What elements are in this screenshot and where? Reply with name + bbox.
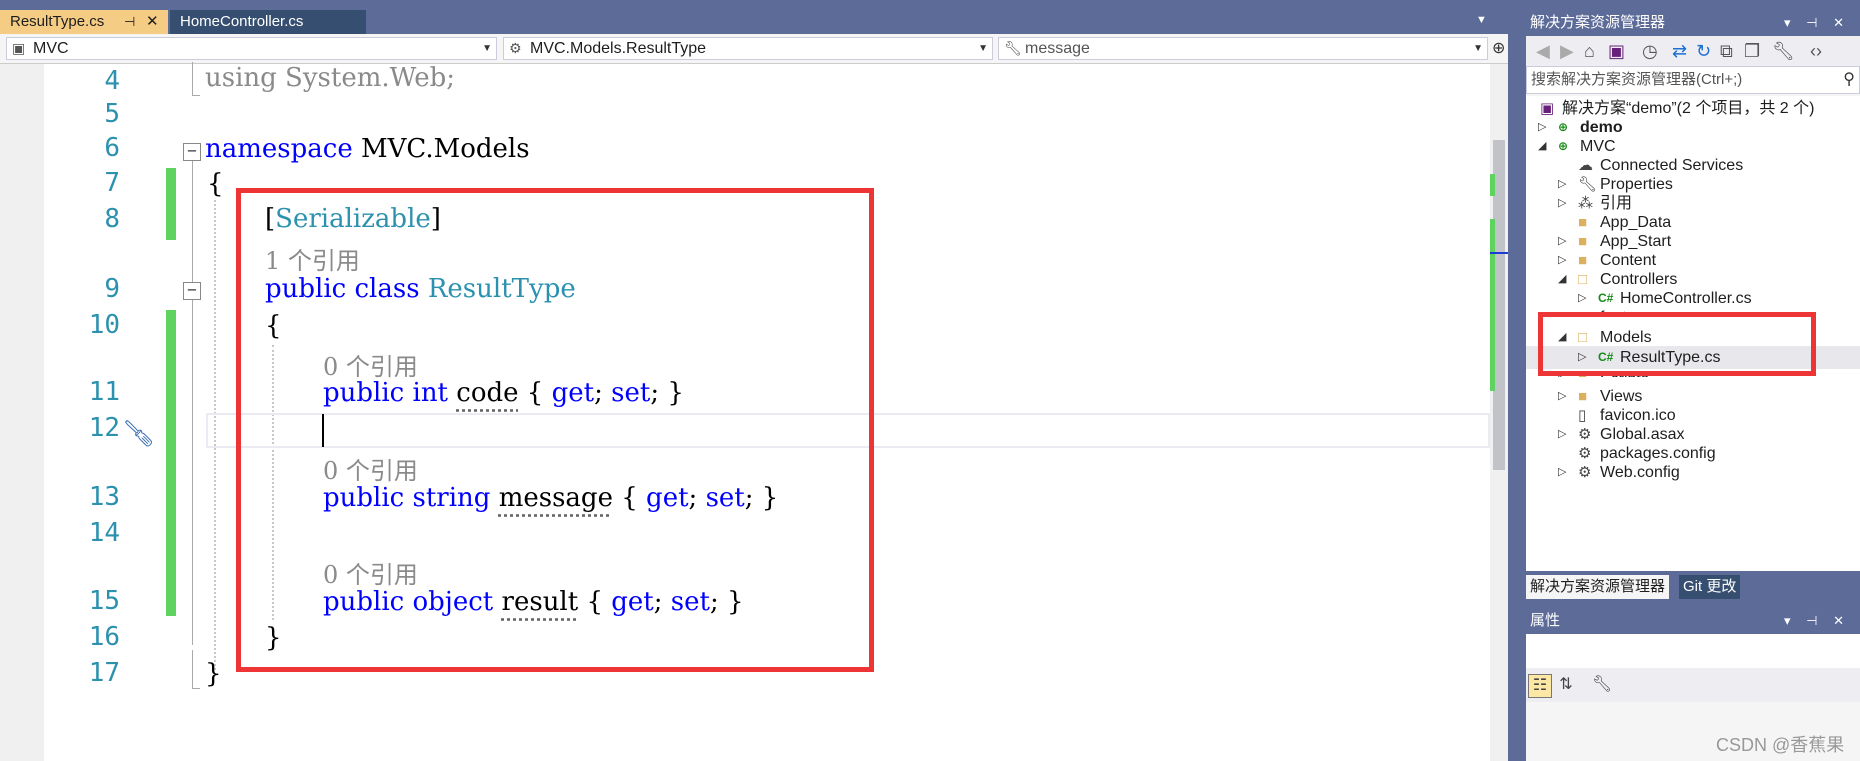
chevron-down-icon: ▼ bbox=[978, 43, 988, 54]
document-tab-strip: ResultType.cs ⊣ ✕ HomeController.cs ▼ bbox=[0, 0, 1508, 34]
expand-icon[interactable]: ▷ bbox=[1558, 461, 1566, 484]
vertical-scrollbar[interactable] bbox=[1490, 64, 1508, 761]
back-icon[interactable]: ◀ bbox=[1536, 41, 1550, 62]
code-line-17: } bbox=[205, 659, 222, 689]
quick-actions-screwdriver-icon[interactable]: 🪛︎ bbox=[122, 418, 155, 449]
chevron-down-icon: ▼ bbox=[482, 43, 492, 54]
refresh-icon[interactable]: ↻ bbox=[1696, 41, 1711, 62]
properties-icon[interactable]: 🔧︎ bbox=[1772, 41, 1795, 62]
member-dropdown[interactable]: 🔧︎ message ▼ bbox=[998, 37, 1488, 60]
tab-solution-explorer[interactable]: 解决方案资源管理器 bbox=[1526, 575, 1670, 599]
project-dropdown[interactable]: ▣ MVC ▼ bbox=[6, 37, 497, 60]
class-dropdown-value: MVC.Models.ResultType bbox=[530, 40, 707, 57]
pin-icon[interactable]: ⊣ bbox=[124, 10, 135, 34]
project-dropdown-value: MVC bbox=[33, 40, 69, 57]
line-number: 13 bbox=[88, 482, 120, 512]
solution-explorer-title-bar: 解决方案资源管理器 ▾ ⊣ ✕ bbox=[1526, 10, 1860, 36]
tab-label: ResultType.cs bbox=[10, 13, 105, 30]
highlight-box-models bbox=[1538, 312, 1816, 376]
collapse-class-icon[interactable]: − bbox=[183, 282, 201, 300]
tab-git-changes[interactable]: Git 更改 bbox=[1679, 575, 1741, 599]
watermark: CSDN @香蕉果 bbox=[1716, 735, 1845, 755]
properties-toolbar: ☷ ⇅ 🔧︎ bbox=[1526, 668, 1860, 702]
close-icon[interactable]: ✕ bbox=[146, 10, 159, 34]
collapse-namespace-icon[interactable]: − bbox=[183, 143, 201, 161]
properties-object-selector[interactable] bbox=[1526, 634, 1860, 668]
line-number: 10 bbox=[88, 310, 120, 340]
outline-line bbox=[192, 161, 193, 282]
outline-line bbox=[192, 62, 193, 96]
tree-item-web-config[interactable]: ▷ ⚙ Web.config bbox=[1526, 461, 1860, 484]
properties-title-bar: 属性 ▾ ⊣ ✕ bbox=[1526, 608, 1860, 634]
solution-tree: ▣ 解决方案“demo”(2 个项目，共 2 个) ▷ ⊕ demo ◢ ⊕ M… bbox=[1526, 96, 1860, 571]
class-icon: ⚙ bbox=[509, 40, 522, 56]
solution-explorer-search-input[interactable]: 搜索解决方案资源管理器(Ctrl+;) ⚲ bbox=[1526, 66, 1860, 94]
split-editor-icon[interactable]: ⊕ bbox=[1492, 38, 1505, 58]
change-indicator bbox=[166, 168, 176, 240]
change-indicator bbox=[166, 310, 176, 616]
solution-explorer-panel: 解决方案资源管理器 ▾ ⊣ ✕ ◀ ▶ ⌂ ▣ ◷ ⇄ ↻ ⧉ ❐ 🔧︎ ‹› … bbox=[1526, 10, 1860, 602]
outline-line bbox=[192, 688, 200, 689]
line-number: 16 bbox=[88, 622, 120, 652]
outline-line bbox=[192, 650, 193, 688]
line-number: 5 bbox=[104, 99, 120, 129]
forward-icon[interactable]: ▶ bbox=[1560, 41, 1574, 62]
navigation-bar: ▣ MVC ▼ ⚙ MVC.Models.ResultType ▼ 🔧︎ mes… bbox=[0, 34, 1508, 64]
chevron-down-icon: ▼ bbox=[1473, 43, 1483, 54]
sync-icon[interactable]: ⇄ bbox=[1672, 41, 1687, 62]
line-number: 6 bbox=[104, 133, 120, 163]
code-line-7: { bbox=[207, 169, 224, 199]
highlight-box-code bbox=[236, 188, 874, 672]
solution-explorer-toolbar: ◀ ▶ ⌂ ▣ ◷ ⇄ ↻ ⧉ ❐ 🔧︎ ‹› bbox=[1526, 36, 1860, 66]
scrollbar-change-mark bbox=[1490, 174, 1495, 196]
tab-homecontroller-cs[interactable]: HomeController.cs bbox=[170, 10, 366, 34]
line-number: 9 bbox=[104, 274, 120, 304]
line-number: 4 bbox=[104, 66, 120, 96]
tab-list-dropdown-icon[interactable]: ▼ bbox=[1476, 14, 1487, 26]
line-number: 11 bbox=[88, 377, 120, 407]
switch-views-icon[interactable]: ▣ bbox=[1608, 41, 1625, 62]
code-editor-pane: ResultType.cs ⊣ ✕ HomeController.cs ▼ ▣ … bbox=[0, 0, 1508, 761]
scrollbar-caret-mark bbox=[1490, 252, 1508, 254]
alphabetical-sort-icon[interactable]: ⇅ bbox=[1554, 674, 1578, 698]
code-line-4: using System.Web; bbox=[205, 63, 456, 93]
tab-resulttype-cs[interactable]: ResultType.cs ⊣ ✕ bbox=[0, 10, 168, 34]
class-dropdown[interactable]: ⚙ MVC.Models.ResultType ▼ bbox=[503, 37, 993, 60]
line-number: 7 bbox=[104, 168, 120, 198]
wrench-icon: 🔧︎ bbox=[1004, 40, 1022, 56]
line-number: 14 bbox=[88, 518, 120, 548]
outline-line bbox=[192, 300, 193, 645]
home-icon[interactable]: ⌂ bbox=[1584, 41, 1595, 62]
config-file-icon: ⚙ bbox=[1578, 464, 1592, 481]
panel-title: 解决方案资源管理器 bbox=[1530, 14, 1666, 31]
search-icon[interactable]: ⚲ bbox=[1843, 67, 1855, 93]
panel-window-buttons[interactable]: ▾ ⊣ ✕ bbox=[1784, 608, 1850, 634]
tab-label: HomeController.cs bbox=[180, 13, 304, 30]
glyph-margin bbox=[0, 64, 44, 761]
panel-window-buttons[interactable]: ▾ ⊣ ✕ bbox=[1784, 10, 1850, 36]
search-placeholder: 搜索解决方案资源管理器(Ctrl+;) bbox=[1531, 71, 1743, 88]
preview-code-icon[interactable]: ‹› bbox=[1810, 41, 1822, 62]
outline-line bbox=[192, 95, 200, 96]
panel-title: 属性 bbox=[1530, 612, 1561, 629]
code-line-6: namespace MVC.Models bbox=[205, 134, 530, 164]
member-dropdown-value: message bbox=[1025, 40, 1090, 57]
line-number: 8 bbox=[104, 204, 120, 234]
categorized-icon[interactable]: ☷ bbox=[1528, 674, 1552, 698]
line-number: 12 bbox=[88, 413, 120, 443]
line-number: 15 bbox=[88, 586, 120, 616]
solution-explorer-bottom-tabs: 解决方案资源管理器 Git 更改 bbox=[1526, 571, 1860, 602]
pending-changes-icon[interactable]: ◷ bbox=[1642, 41, 1658, 62]
scrollbar-change-mark bbox=[1490, 219, 1495, 391]
line-number: 17 bbox=[88, 658, 120, 688]
show-all-files-icon[interactable]: ❐ bbox=[1744, 41, 1760, 62]
project-icon: ▣ bbox=[12, 40, 26, 56]
property-pages-wrench-icon[interactable]: 🔧︎ bbox=[1590, 674, 1614, 698]
collapse-all-icon[interactable]: ⧉ bbox=[1720, 41, 1733, 62]
